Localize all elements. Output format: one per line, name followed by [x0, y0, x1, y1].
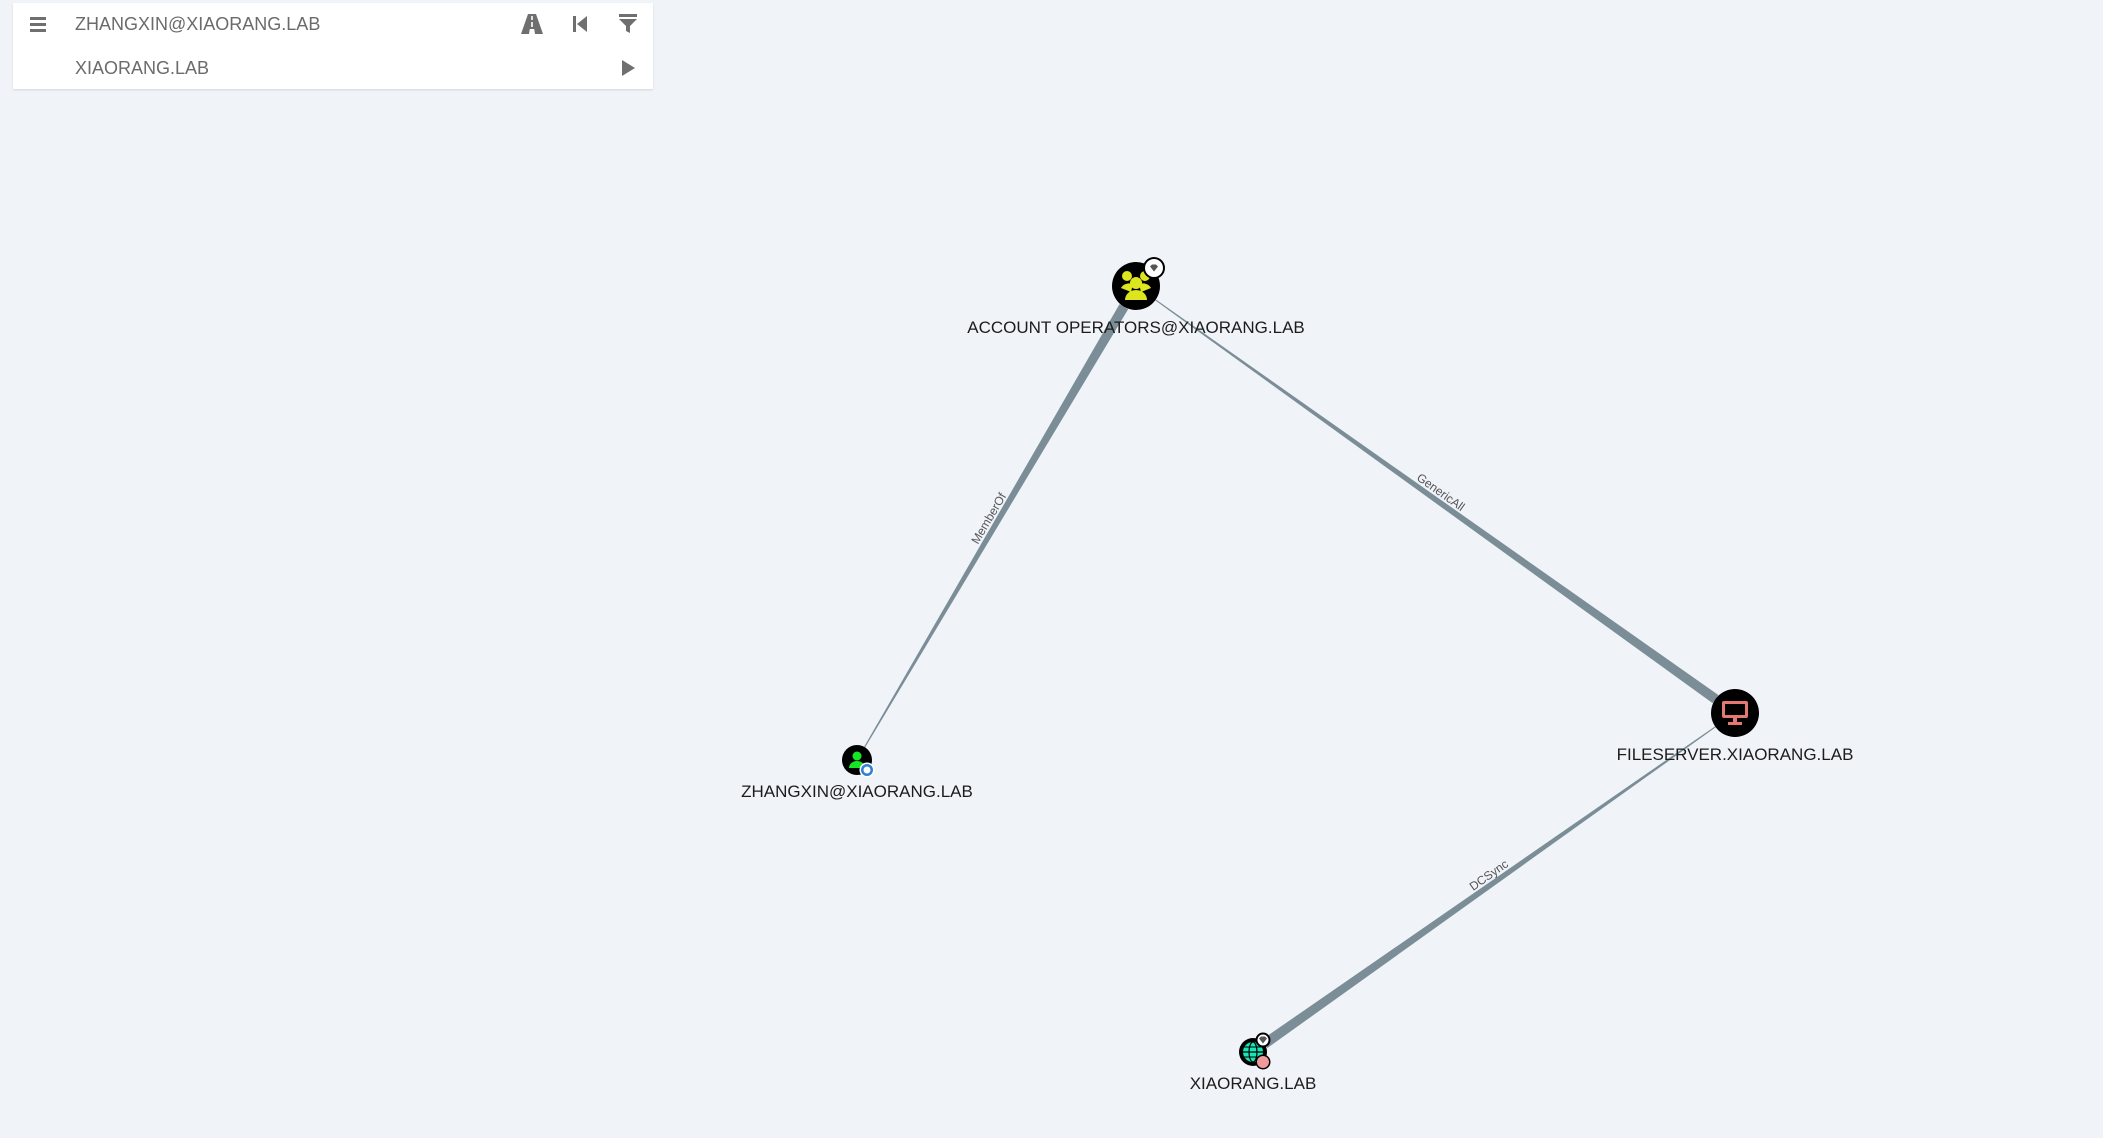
pending-status-icon	[1255, 1054, 1271, 1070]
high-value-gem-icon	[1143, 257, 1165, 279]
edge-line[interactable]	[1155, 299, 1719, 704]
high-value-gem-icon	[1255, 1032, 1271, 1048]
hamburger-menu-icon[interactable]	[27, 13, 49, 35]
node-label: XIAORANG.LAB	[1189, 1074, 1317, 1093]
target-node-row	[13, 47, 653, 89]
graph-canvas[interactable]: MemberOf GenericAllDCSync	[0, 0, 2103, 1138]
edge-dcsync[interactable]: DCSync	[1261, 726, 1716, 1049]
node-label: FILESERVER.XIAORANG.LAB	[1616, 745, 1854, 764]
owned-target-icon	[859, 762, 875, 778]
node-computer[interactable]	[1711, 689, 1759, 737]
edge-memberof[interactable]: MemberOf	[864, 304, 1129, 748]
edges-layer: MemberOf GenericAllDCSync	[864, 299, 1719, 1049]
step-backward-icon[interactable]	[567, 11, 593, 37]
node-user[interactable]	[842, 745, 875, 778]
filter-icon[interactable]	[615, 11, 641, 37]
pathfinding-search-panel	[13, 3, 653, 89]
start-node-row	[13, 3, 653, 45]
node-group[interactable]	[1112, 257, 1165, 310]
nodes-layer	[842, 257, 1759, 1070]
edge-genericall[interactable]: GenericAll	[1155, 299, 1719, 704]
node-domain[interactable]	[1239, 1032, 1271, 1070]
road-icon[interactable]	[519, 11, 545, 37]
edge-line[interactable]	[1261, 726, 1716, 1049]
play-icon[interactable]	[615, 55, 641, 81]
start-node-input[interactable]	[75, 9, 515, 39]
target-node-input[interactable]	[75, 53, 515, 83]
node-label: ZHANGXIN@XIAORANG.LAB	[741, 782, 973, 801]
node-label: ACCOUNT OPERATORS@XIAORANG.LAB	[967, 318, 1305, 337]
edge-line[interactable]	[864, 304, 1129, 748]
